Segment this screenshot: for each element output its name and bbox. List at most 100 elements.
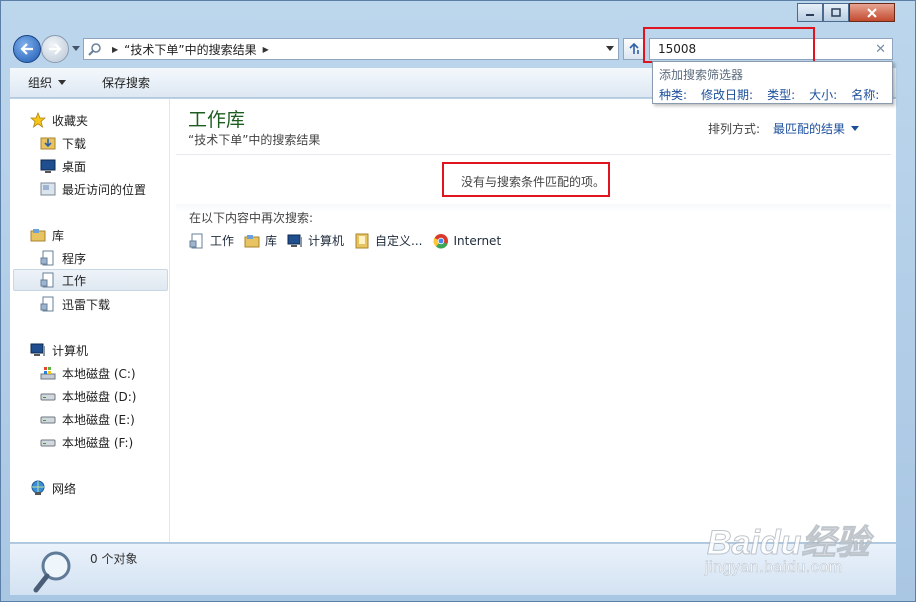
close-button[interactable]: [849, 3, 895, 22]
back-arrow-icon: [20, 43, 33, 55]
chrome-icon: [432, 233, 449, 249]
sidebar-item-label: 网络: [52, 481, 77, 496]
maximize-button[interactable]: [823, 3, 849, 22]
navigation-row: ▶ “技术下单”中的搜索结果 ▶ 15008 ✕: [11, 35, 897, 63]
recent-pages-dropdown[interactable]: [72, 46, 80, 51]
sidebar-item-desktop[interactable]: 桌面: [40, 155, 86, 177]
computer-icon: [287, 233, 303, 249]
sidebar-item-network[interactable]: 网络: [30, 477, 76, 499]
computer-icon: [30, 342, 46, 358]
search-again-libraries[interactable]: 库: [244, 232, 277, 249]
search-input-value: 15008: [658, 42, 697, 56]
search-again-label-work: 工作: [210, 234, 235, 248]
organize-menu[interactable]: 组织: [10, 74, 84, 91]
address-bar[interactable]: ▶ “技术下单”中的搜索结果 ▶: [83, 38, 619, 60]
search-again-label: 在以下内容中再次搜索:: [189, 211, 314, 225]
search-again-work[interactable]: 工作: [189, 232, 234, 249]
filter-date-modified[interactable]: 修改日期:: [701, 86, 753, 103]
system-drive-icon: [40, 365, 56, 381]
sidebar-item-computer[interactable]: 计算机: [30, 339, 88, 361]
sidebar-item-label: 本地磁盘 (D:): [62, 389, 137, 404]
page-subtitle: “技术下单”中的搜索结果: [188, 133, 321, 147]
filter-type[interactable]: 类型:: [767, 86, 795, 103]
maximize-icon: [831, 7, 841, 17]
star-icon: [30, 112, 46, 128]
sort-label: 排列方式:: [708, 122, 761, 136]
library-document-icon: [40, 296, 56, 312]
forward-arrow-icon: [49, 43, 62, 55]
sidebar-item-label: 本地磁盘 (E:): [62, 412, 135, 427]
sidebar-item-label: 本地磁盘 (C:): [62, 366, 136, 381]
search-filter-popup: 添加搜索筛选器 种类: 修改日期: 类型: 大小: 名称:: [652, 61, 893, 104]
address-dropdown-arrow[interactable]: [606, 46, 614, 51]
sidebar-item-drive-e[interactable]: 本地磁盘 (E:): [40, 408, 135, 430]
search-again-label-internet: Internet: [453, 233, 502, 248]
close-icon: [867, 7, 877, 18]
chevron-down-icon: [58, 80, 67, 85]
sidebar-item-label: 计算机: [52, 343, 89, 358]
hard-drive-icon: [40, 411, 56, 427]
save-search-button[interactable]: 保存搜索: [84, 74, 168, 91]
libraries-icon: [244, 233, 260, 249]
sidebar-item-label: 本地磁盘 (F:): [62, 435, 134, 450]
sidebar-item-label: 收藏夹: [52, 113, 89, 128]
sidebar-item-drive-d[interactable]: 本地磁盘 (D:): [40, 385, 136, 407]
library-document-icon: [40, 250, 56, 266]
search-results-icon: [84, 42, 106, 56]
search-again-computer[interactable]: 计算机: [287, 232, 344, 249]
sidebar-item-recent-places[interactable]: 最近访问的位置: [40, 178, 146, 200]
sidebar-item-downloads[interactable]: 下载: [40, 132, 86, 154]
sidebar-item-label: 库: [52, 228, 65, 243]
minimize-icon: [806, 13, 814, 16]
search-again-label-computer: 计算机: [308, 234, 345, 248]
clear-search-icon[interactable]: ✕: [875, 42, 886, 57]
filter-name[interactable]: 名称:: [851, 86, 879, 103]
search-input[interactable]: 15008 ✕: [649, 38, 893, 60]
filter-kind[interactable]: 种类:: [659, 86, 687, 103]
sort-value: 最匹配的结果: [773, 122, 846, 136]
sidebar-item-favorites[interactable]: 收藏夹: [30, 109, 88, 131]
minimize-button[interactable]: [797, 3, 823, 22]
sidebar-item-label: 最近访问的位置: [62, 182, 147, 197]
sidebar-item-programs[interactable]: 程序: [40, 247, 86, 269]
back-button[interactable]: [13, 35, 41, 63]
caption-buttons: [797, 3, 895, 22]
item-count: 0 个对象: [90, 552, 138, 566]
sort-dropdown[interactable]: 最匹配的结果: [773, 120, 860, 137]
library-document-icon: [189, 233, 205, 249]
downloads-folder-icon: [40, 135, 56, 151]
refresh-button[interactable]: [623, 38, 645, 60]
magnifier-icon: [32, 548, 76, 597]
sidebar-item-label: 程序: [62, 251, 87, 266]
custom-folder-icon: [354, 233, 370, 249]
explorer-window: ▶ “技术下单”中的搜索结果 ▶ 15008 ✕ 组织 保存搜索 添加搜索筛选器: [0, 0, 916, 602]
search-again-label-libraries: 库: [265, 234, 278, 248]
library-document-icon: [40, 272, 56, 288]
results-pane: 工作库 “技术下单”中的搜索结果 排列方式: 最匹配的结果 没有与搜索条件匹配的…: [171, 99, 896, 542]
breadcrumb-separator[interactable]: ▶: [112, 45, 118, 54]
sidebar-item-libraries[interactable]: 库: [30, 224, 64, 246]
libraries-icon: [30, 227, 46, 243]
sidebar-item-drive-c[interactable]: 本地磁盘 (C:): [40, 362, 136, 384]
search-filter-title: 添加搜索筛选器: [659, 68, 744, 82]
sidebar-item-drive-f[interactable]: 本地磁盘 (F:): [40, 431, 133, 453]
search-again-label-custom: 自定义...: [375, 234, 423, 248]
sidebar-item-label: 下载: [62, 136, 87, 151]
recent-places-icon: [40, 181, 56, 197]
filter-size[interactable]: 大小:: [809, 86, 837, 103]
sidebar-item-label: 桌面: [62, 159, 87, 174]
content-area: 收藏夹 下载 桌面 最近访问的位置 库 程序 工作 迅雷下载 计算机 本地磁盘 …: [10, 99, 896, 542]
sidebar-item-thunder-downloads[interactable]: 迅雷下载: [40, 293, 110, 315]
chevron-down-icon: [851, 126, 860, 131]
search-again-custom[interactable]: 自定义...: [354, 232, 423, 249]
search-filter-list: 种类: 修改日期: 类型: 大小: 名称:: [659, 86, 886, 103]
breadcrumb[interactable]: “技术下单”中的搜索结果: [124, 41, 256, 58]
organize-label: 组织: [28, 76, 53, 90]
search-again-internet[interactable]: Internet: [432, 233, 502, 249]
breadcrumb-separator-end[interactable]: ▶: [263, 45, 269, 54]
desktop-icon: [40, 158, 56, 174]
sidebar-item-label: 工作: [62, 273, 87, 288]
page-title: 工作库: [188, 109, 246, 131]
sidebar-item-work[interactable]: 工作: [13, 269, 168, 291]
forward-button[interactable]: [41, 35, 69, 63]
